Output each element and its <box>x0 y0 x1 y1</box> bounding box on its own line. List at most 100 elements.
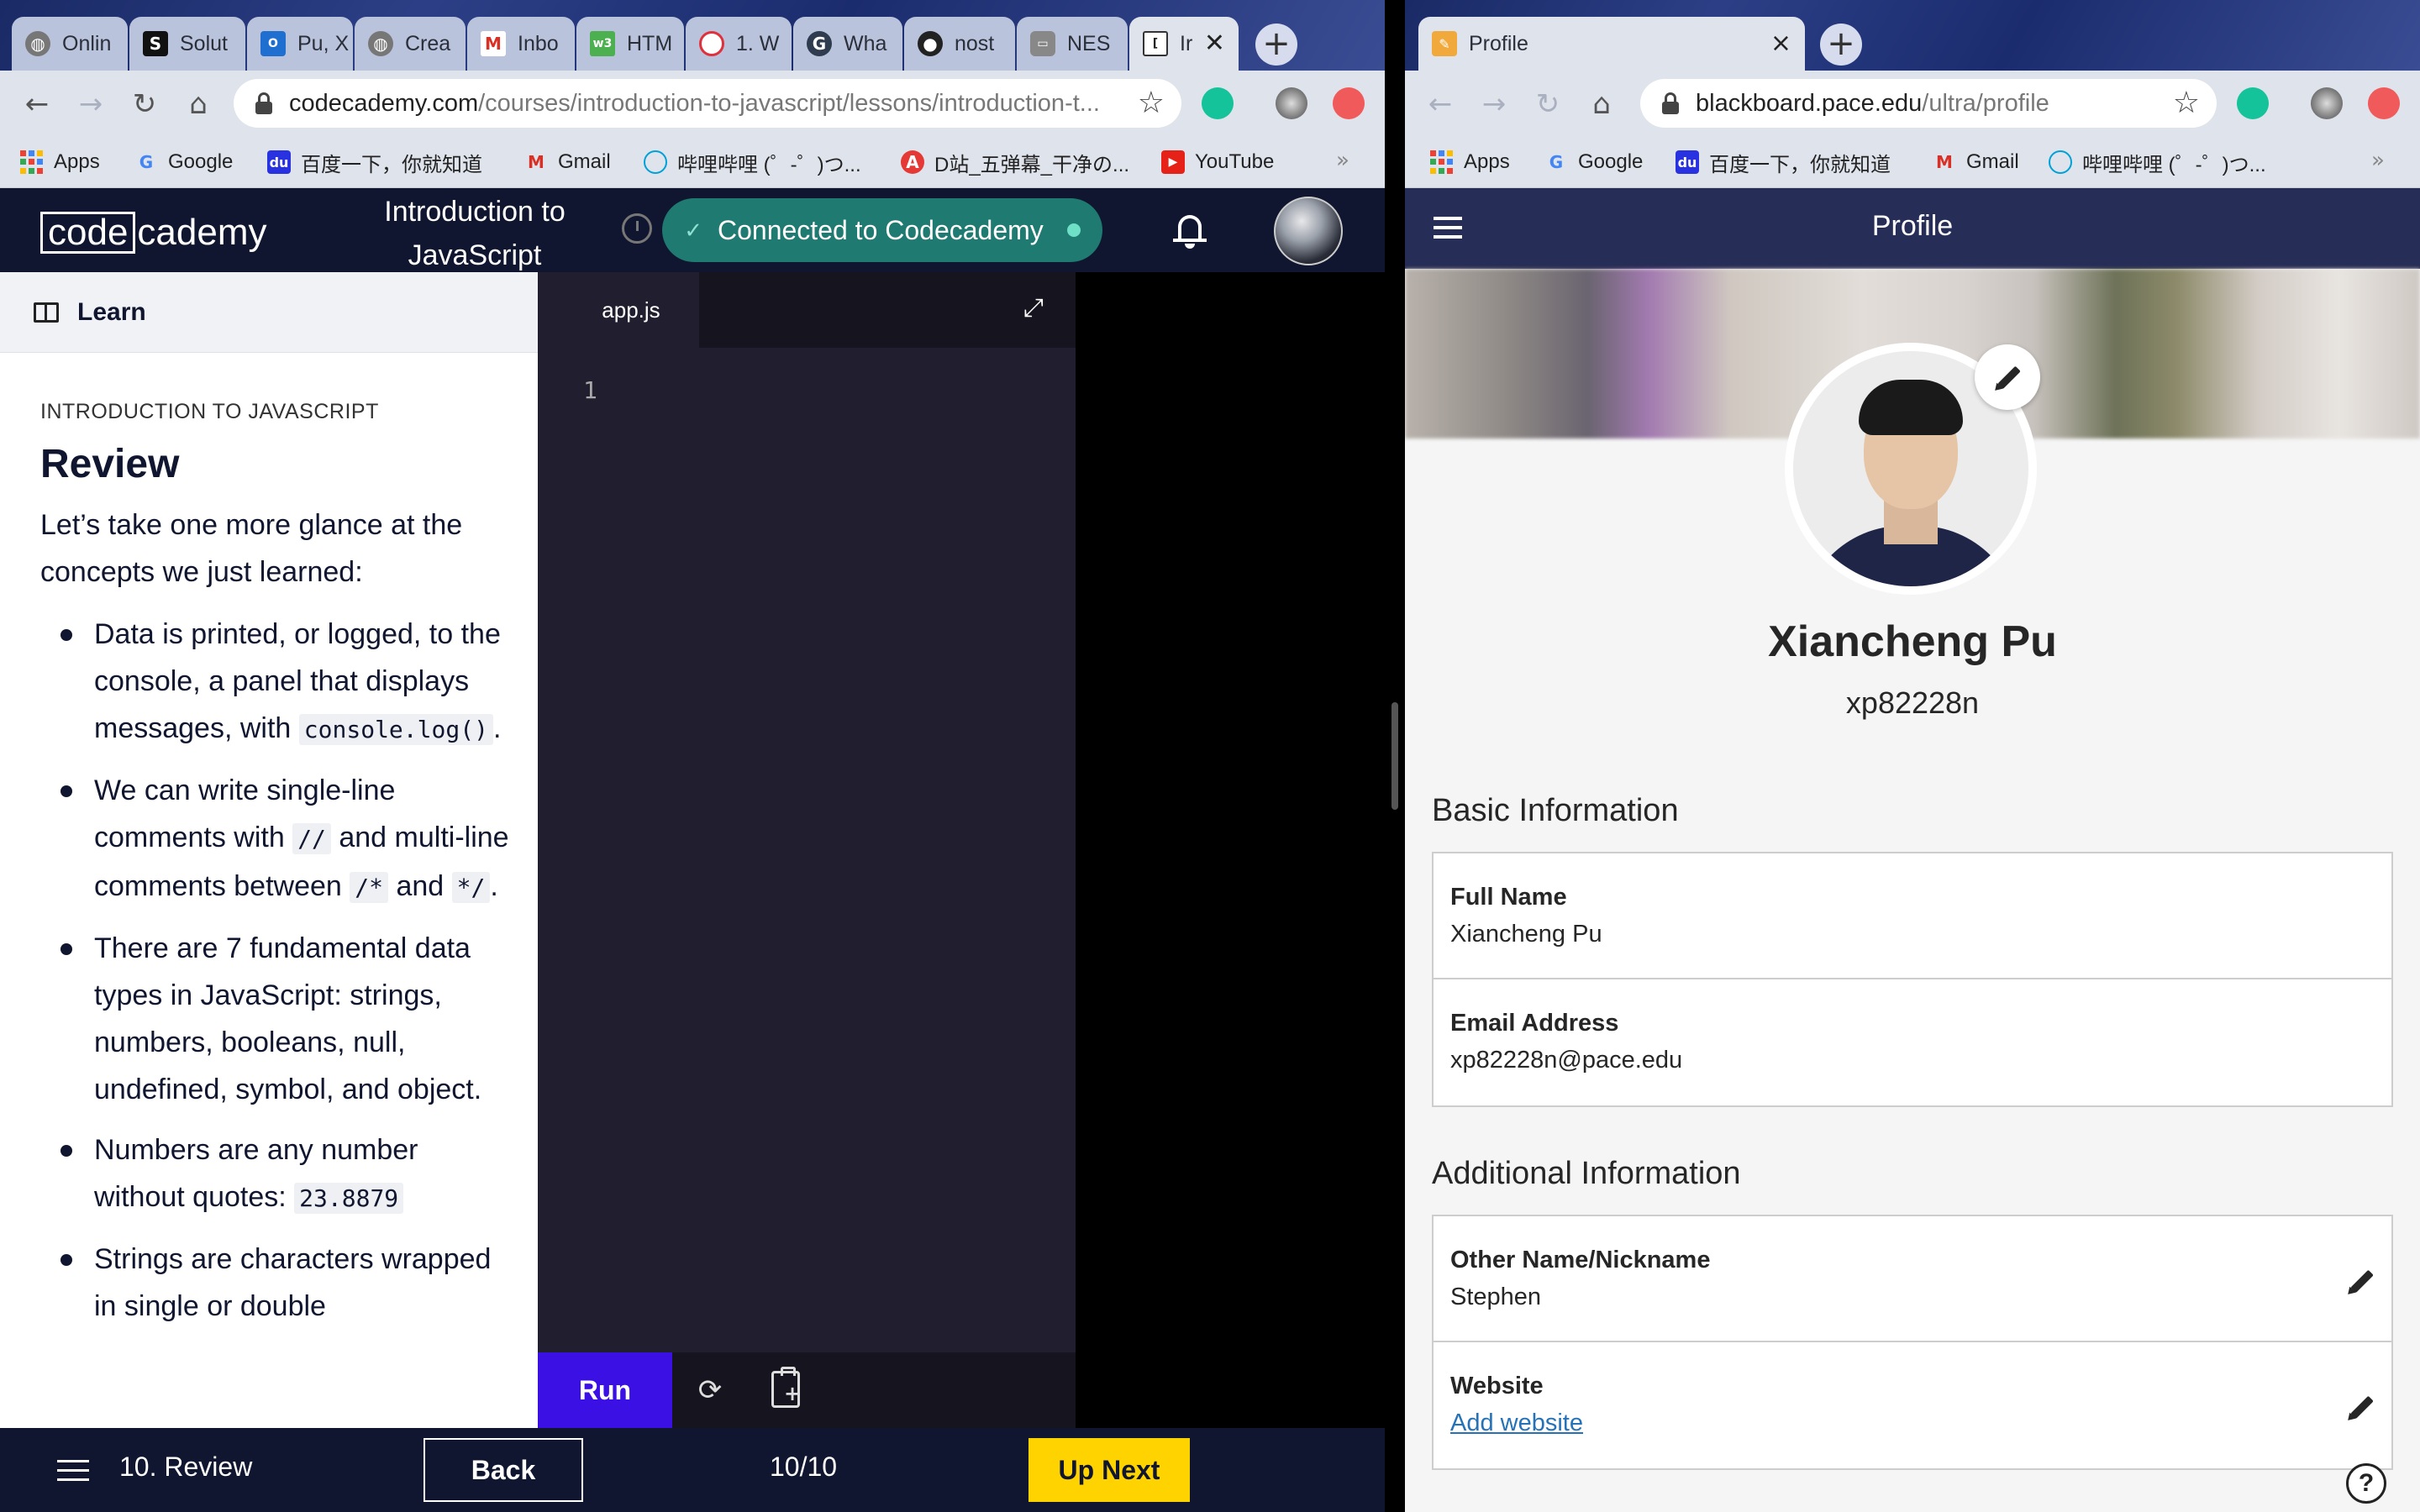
tab-inbox[interactable]: M Inbo <box>467 17 575 71</box>
github-icon: ● <box>918 31 943 56</box>
new-tab-button[interactable]: + <box>1255 24 1297 66</box>
lesson-intro: Let’s take one more glance at the concep… <box>40 509 463 588</box>
check-icon: ✓ <box>684 217 702 243</box>
bookmark-bilibili[interactable]: 哔哩哔哩 (゜-゜)つ... <box>644 148 861 176</box>
add-website-link[interactable]: Add website <box>1450 1410 1583 1437</box>
profile-avatar-icon[interactable] <box>2311 87 2343 119</box>
inline-code: // <box>292 823 331 854</box>
back-button[interactable]: Back <box>424 1438 583 1502</box>
bookmark-youtube[interactable]: ▶ YouTube <box>1161 148 1274 176</box>
line-number: 1 <box>583 376 597 404</box>
lesson-kicker: INTRODUCTION TO JAVASCRIPT <box>40 400 379 423</box>
tab-profile[interactable]: ✎ Profile × <box>1418 17 1805 71</box>
forward-arrow-icon[interactable]: → <box>72 86 109 123</box>
course-title[interactable]: Introduction to JavaScript <box>353 190 597 277</box>
w3-icon: w3 <box>590 31 615 56</box>
split-resize-handle[interactable] <box>1392 702 1398 810</box>
address-bar[interactable]: blackboard.pace.edu/ultra/profile ☆ <box>1640 79 2217 128</box>
alarm-clock-icon[interactable] <box>622 213 652 244</box>
tab-solution[interactable]: S Solut <box>129 17 245 71</box>
back-arrow-icon[interactable]: ← <box>1422 86 1459 123</box>
code-editor[interactable]: app.js ⤢ 1 Run ⟳ <box>538 272 1076 1428</box>
tab-online[interactable]: ◍ Onlin <box>12 17 128 71</box>
upload-extension-icon[interactable] <box>2368 87 2400 119</box>
globe-icon: ◍ <box>25 31 50 56</box>
lesson-progress: 10/10 <box>770 1452 838 1482</box>
bookmark-gmail[interactable]: M Gmail <box>1933 148 2019 176</box>
lesson-content: INTRODUCTION TO JAVASCRIPT Review Let’s … <box>40 370 511 1343</box>
inline-code: 23.8879 <box>294 1183 404 1214</box>
forward-arrow-icon[interactable]: → <box>1476 86 1512 123</box>
additional-information-card: Other Name/Nickname Stephen Website Add … <box>1432 1215 2393 1470</box>
notifications-bell-icon[interactable] <box>1171 212 1208 252</box>
tab-create[interactable]: ◍ Crea <box>355 17 466 71</box>
bookmarks-more-icon[interactable]: » <box>1336 148 1349 173</box>
bookmark-bilibili[interactable]: 哔哩哔哩 (゜-゜)つ... <box>2049 148 2266 176</box>
codecademy-header: code cademy Introduction to JavaScript ✓ … <box>0 188 1385 272</box>
apps-grid-icon <box>20 150 44 174</box>
home-icon[interactable]: ⌂ <box>1583 86 1620 123</box>
learn-tab[interactable]: Learn <box>0 272 538 353</box>
user-avatar[interactable] <box>1274 197 1343 265</box>
tab-grammarly[interactable]: G Wha <box>793 17 902 71</box>
bookmark-star-icon[interactable]: ☆ <box>1138 86 1165 120</box>
reload-icon[interactable]: ↻ <box>1529 86 1566 123</box>
reload-icon[interactable]: ↻ <box>126 86 163 123</box>
home-icon[interactable]: ⌂ <box>180 86 217 123</box>
up-next-button[interactable]: Up Next <box>1028 1438 1190 1502</box>
field-value: xp82228n@pace.edu <box>1450 1047 1683 1074</box>
grammarly-extension-icon[interactable] <box>2237 87 2269 119</box>
tab-nes[interactable]: ▭ NES <box>1017 17 1128 71</box>
bookmark-star-icon[interactable]: ☆ <box>2173 86 2200 120</box>
menu-icon[interactable] <box>57 1460 89 1482</box>
close-tab-icon[interactable]: × <box>1770 30 1791 57</box>
additional-information-heading: Additional Information <box>1432 1156 1741 1191</box>
help-icon[interactable]: ? <box>2346 1463 2386 1504</box>
inline-code: /* <box>350 872 388 903</box>
google-icon: G <box>1549 152 1564 172</box>
nickname-field: Other Name/Nickname Stephen <box>1434 1216 2391 1342</box>
copy-to-clipboard-icon[interactable] <box>771 1367 801 1408</box>
tab-codecademy-active[interactable]: [ Ir ✕ <box>1129 17 1239 71</box>
profile-avatar-icon[interactable] <box>1276 87 1307 119</box>
bookmark-apps[interactable]: Apps <box>1430 148 1510 176</box>
close-tab-icon[interactable]: ✕ <box>1204 30 1225 57</box>
reset-code-icon[interactable]: ⟳ <box>696 1376 724 1404</box>
acfun-icon: A <box>901 150 924 174</box>
basic-information-heading: Basic Information <box>1432 793 1679 828</box>
book-icon <box>34 302 59 323</box>
tab-outlook[interactable]: O Pu, X <box>247 17 353 71</box>
codecademy-logo[interactable]: code cademy <box>40 212 267 254</box>
bookmark-google[interactable]: G Google <box>1544 148 1644 176</box>
editor-action-bar: Run ⟳ <box>538 1352 1076 1428</box>
field-value: Stephen <box>1450 1284 1542 1310</box>
bookmark-baidu[interactable]: du 百度一下，你就知道 <box>1676 148 1891 176</box>
lesson-title: Review <box>40 442 180 486</box>
bookmarks-more-icon[interactable]: » <box>2371 148 2385 173</box>
edit-photo-button[interactable] <box>1975 344 2040 410</box>
current-lesson-label[interactable]: 10. Review <box>119 1452 252 1483</box>
run-button[interactable]: Run <box>538 1352 672 1428</box>
list-item: There are 7 fundamental data types in Ja… <box>40 925 511 1113</box>
edit-nickname-icon[interactable] <box>2344 1267 2375 1298</box>
tab-github[interactable]: ● nost <box>904 17 1015 71</box>
tab-leetcode[interactable]: 1. W <box>686 17 792 71</box>
baidu-icon: du <box>1676 150 1699 174</box>
bookmark-gmail[interactable]: M Gmail <box>524 148 611 176</box>
bookmark-baidu[interactable]: du 百度一下，你就知道 <box>267 148 482 176</box>
new-tab-button[interactable]: + <box>1820 24 1862 66</box>
bookmark-google[interactable]: G Google <box>134 148 234 176</box>
grammarly-extension-icon[interactable] <box>1202 87 1234 119</box>
bookmark-acfun[interactable]: A D站_五弹幕_干净の... <box>901 148 1129 176</box>
upload-extension-icon[interactable] <box>1333 87 1365 119</box>
back-arrow-icon[interactable]: ← <box>18 86 55 123</box>
expand-icon[interactable]: ⤢ <box>1023 296 1049 321</box>
address-bar[interactable]: codecademy.com/courses/introduction-to-j… <box>234 79 1181 128</box>
file-tab-app-js[interactable]: app.js <box>538 272 699 348</box>
bookmark-apps[interactable]: Apps <box>20 148 100 176</box>
edit-website-icon[interactable] <box>2344 1393 2375 1424</box>
tab-html[interactable]: w3 HTM <box>576 17 684 71</box>
profile-name: Xiancheng Pu <box>1768 617 2057 666</box>
list-item: We can write single-line comments with /… <box>40 767 511 911</box>
concept-list: Data is printed, or logged, to the conso… <box>40 611 511 1330</box>
